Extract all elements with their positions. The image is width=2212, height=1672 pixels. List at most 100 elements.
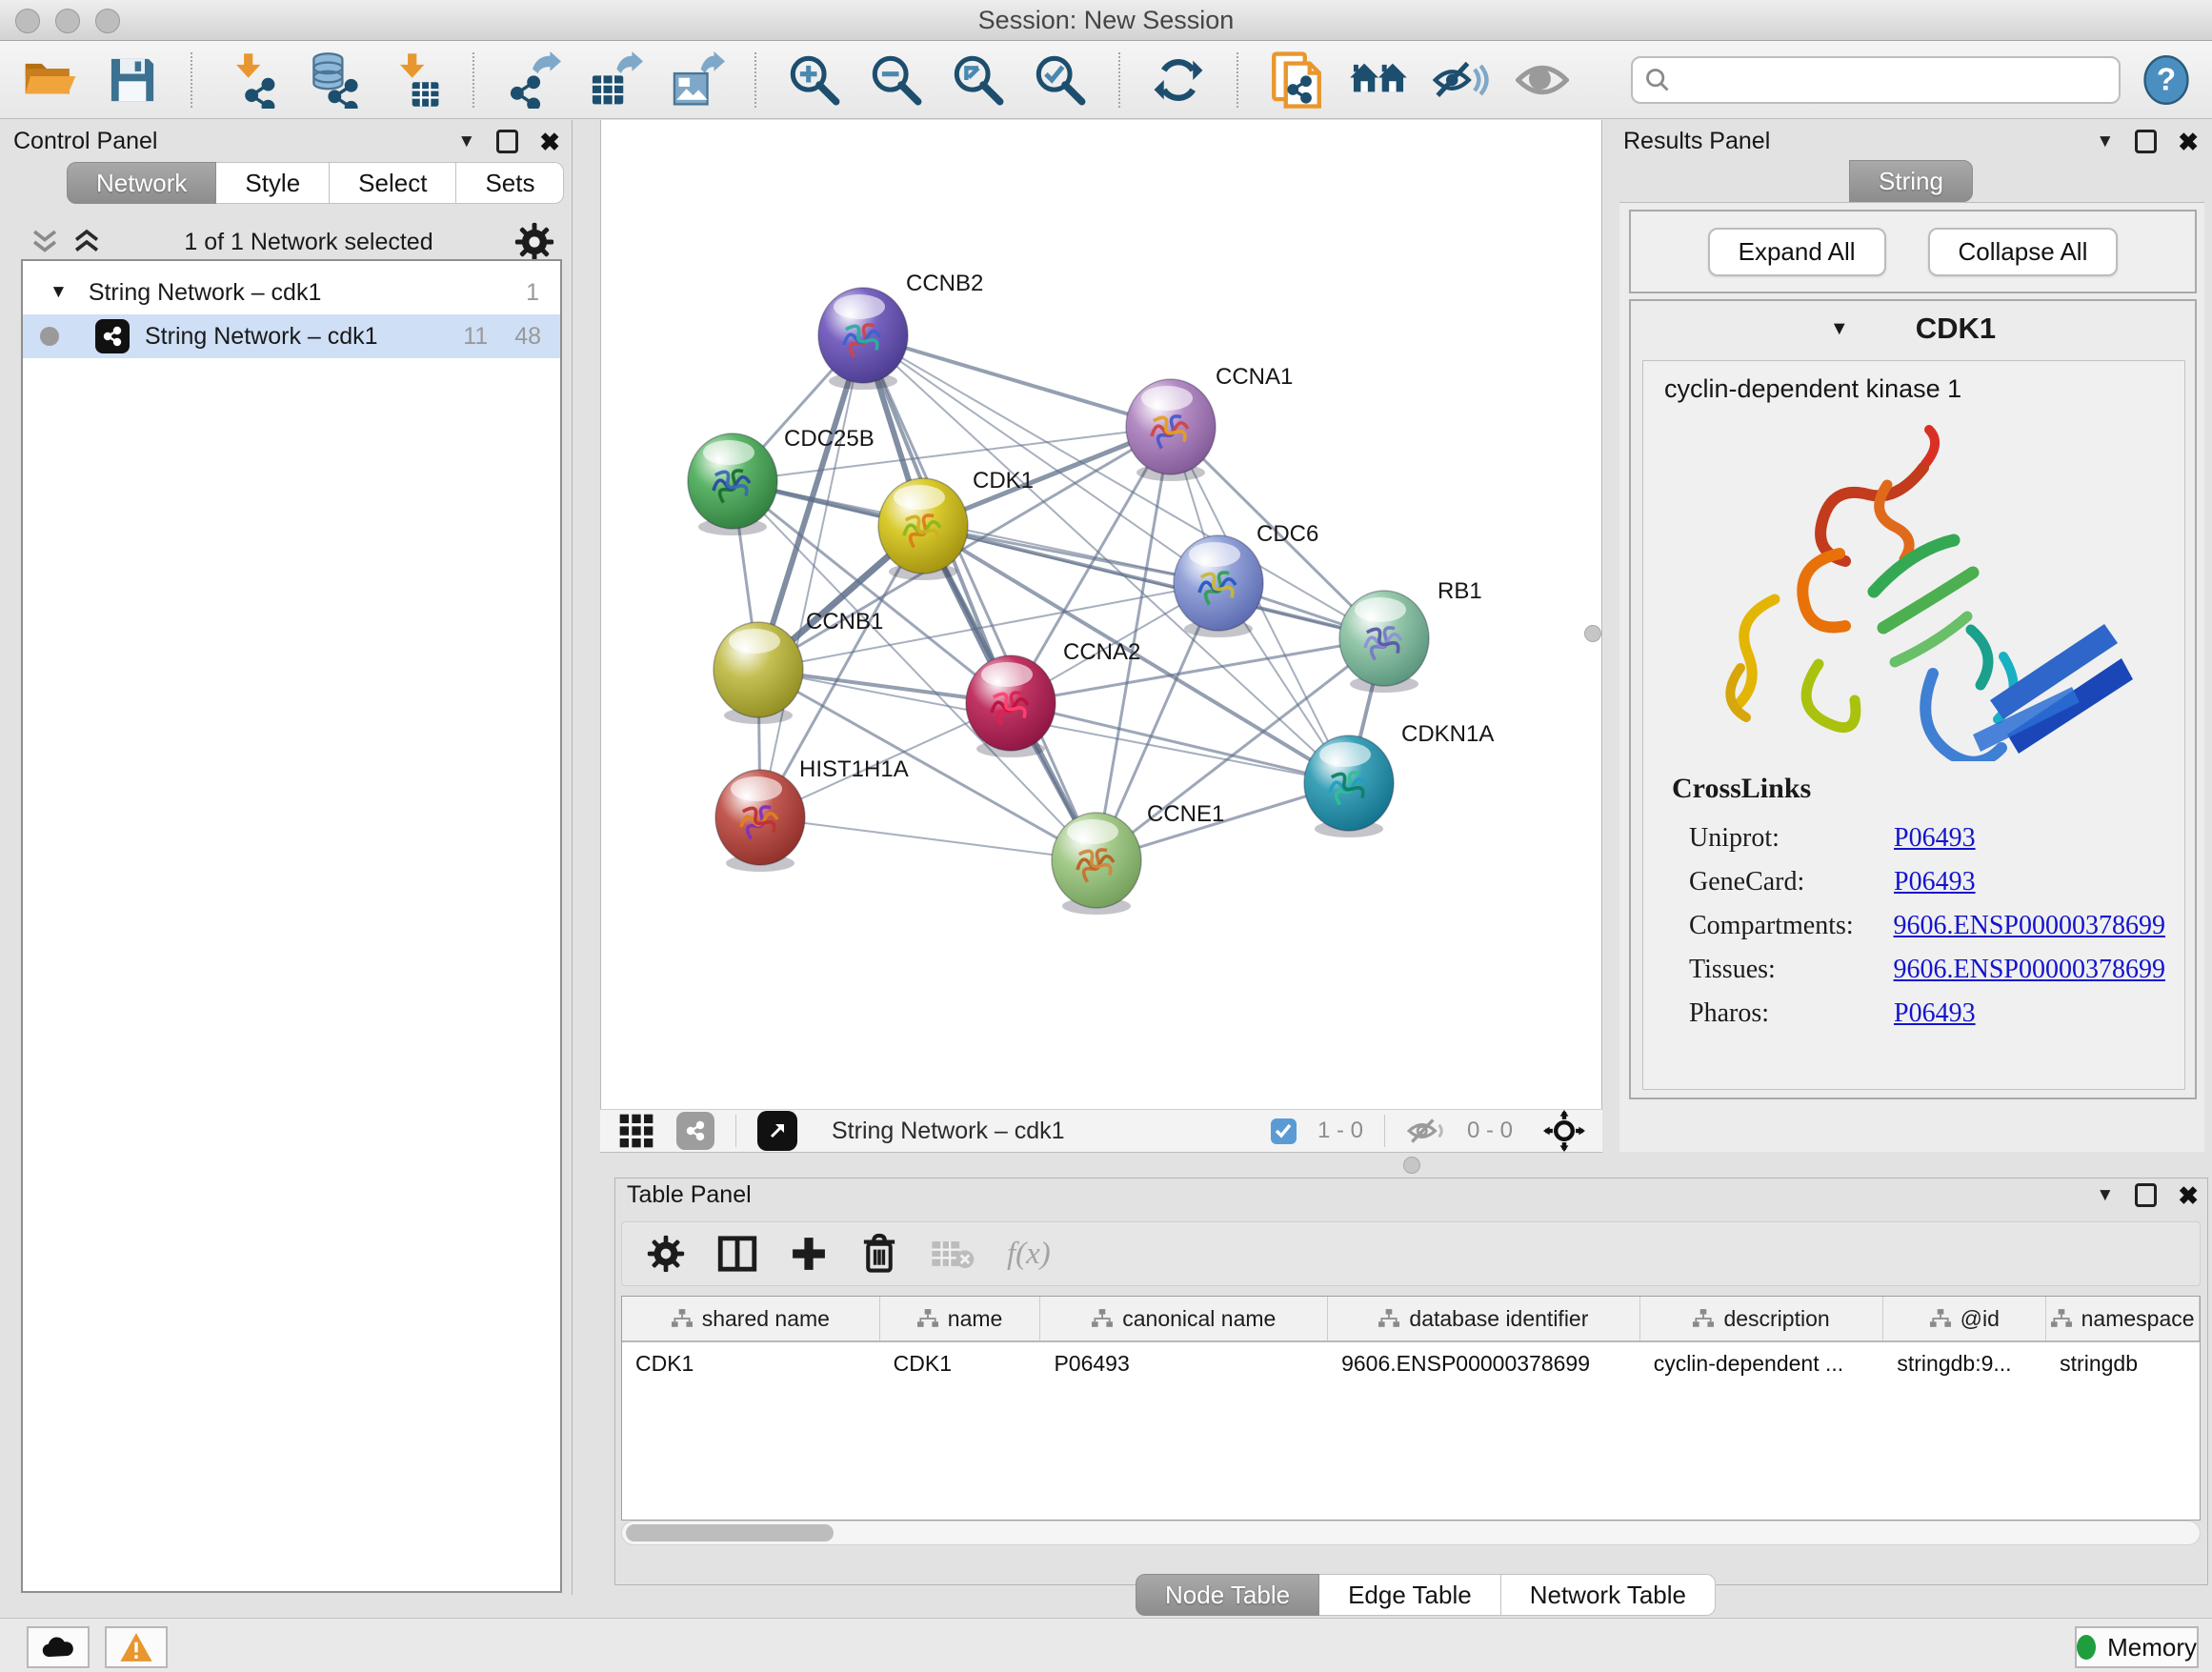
expand-all-button[interactable]: Expand All — [1708, 228, 1886, 276]
tab-string[interactable]: String — [1849, 160, 1973, 202]
crosslink-link[interactable]: P06493 — [1894, 823, 1976, 854]
splitter-handle[interactable] — [1403, 1157, 1420, 1174]
network-node-ccnb1[interactable]: CCNB1 — [714, 609, 883, 724]
detach-view-icon[interactable] — [757, 1111, 797, 1151]
network-node-cdc6[interactable]: CDC6 — [1174, 521, 1318, 637]
crosslink-link[interactable]: P06493 — [1894, 867, 1976, 897]
scrollbar-thumb[interactable] — [626, 1524, 834, 1541]
panel-close-icon[interactable]: ✖ — [2178, 130, 2199, 154]
open-session-button[interactable] — [19, 49, 82, 111]
network-edge[interactable] — [1011, 703, 1349, 783]
network-birdseye-icon[interactable] — [676, 1112, 714, 1150]
control-panel-tabs: Network Style Select Sets — [67, 162, 564, 204]
zoom-out-button[interactable] — [865, 49, 928, 111]
tab-network[interactable]: Network — [67, 162, 216, 204]
table-row[interactable]: CDK1CDK1P064939606.ENSP00000378699cyclin… — [622, 1342, 2200, 1384]
panel-float-icon[interactable] — [2135, 1183, 2157, 1207]
first-neighbors-button[interactable] — [1347, 49, 1410, 111]
panel-menu-icon[interactable]: ▼ — [2096, 131, 2114, 152]
node-label: CCNB1 — [806, 609, 883, 635]
zoom-fit-button[interactable] — [947, 49, 1010, 111]
warning-status-button[interactable] — [105, 1626, 168, 1668]
collapse-all-icon[interactable] — [29, 228, 61, 256]
tab-node-table[interactable]: Node Table — [1136, 1574, 1319, 1616]
network-row[interactable]: String Network – cdk1 11 48 — [23, 314, 560, 358]
network-collection-row[interactable]: ▼ String Network – cdk1 1 — [23, 271, 560, 314]
network-canvas[interactable]: CCNB2CCNA1CDC25BCDK1CDC6RB1CCNB1CCNA2CDK… — [600, 120, 1602, 1109]
panel-float-icon[interactable] — [2135, 130, 2157, 153]
table-cell[interactable]: cyclin-dependent ... — [1640, 1342, 1884, 1384]
export-table-button[interactable] — [583, 49, 646, 111]
zoom-selected-button[interactable] — [1029, 49, 1092, 111]
column-header-sharedname[interactable]: shared name — [622, 1297, 880, 1340]
export-network-button[interactable] — [501, 49, 564, 111]
panel-menu-icon[interactable]: ▼ — [457, 131, 475, 152]
delete-column-trash-icon[interactable] — [860, 1233, 898, 1275]
panel-menu-icon[interactable]: ▼ — [2096, 1185, 2114, 1206]
node-label: CCNB2 — [906, 271, 983, 296]
save-session-button[interactable] — [101, 49, 164, 111]
refresh-button[interactable] — [1147, 49, 1210, 111]
table-cell[interactable]: 9606.ENSP00000378699 — [1328, 1342, 1640, 1384]
column-header-databaseidentifier[interactable]: database identifier — [1328, 1297, 1640, 1340]
network-edge[interactable] — [760, 817, 1096, 860]
gear-icon[interactable] — [514, 222, 554, 262]
selected-checkbox-icon[interactable] — [1271, 1118, 1297, 1144]
column-header-name[interactable]: name — [880, 1297, 1041, 1340]
add-column-icon[interactable] — [790, 1235, 828, 1273]
network-edge[interactable] — [760, 335, 863, 817]
show-columns-icon[interactable] — [717, 1234, 757, 1274]
table-settings-gear-icon[interactable] — [647, 1235, 685, 1273]
tab-select[interactable]: Select — [330, 162, 456, 204]
tab-style[interactable]: Style — [216, 162, 330, 204]
eye-icon — [1516, 58, 1569, 102]
results-panel-title: Results Panel — [1623, 128, 1770, 155]
network-node-hist1h1a[interactable]: HIST1H1A — [715, 756, 909, 872]
crosslink-link[interactable]: 9606.ENSP00000378699 — [1894, 911, 2165, 941]
network-node-ccne1[interactable]: CCNE1 — [1052, 801, 1224, 915]
table-cell[interactable]: stringdb — [2046, 1342, 2200, 1384]
clone-network-button[interactable] — [1265, 49, 1328, 111]
search-input[interactable] — [1679, 66, 2107, 94]
tree-expander-icon[interactable]: ▼ — [50, 282, 68, 303]
table-cell[interactable]: stringdb:9... — [1883, 1342, 2046, 1384]
column-header-description[interactable]: description — [1640, 1297, 1884, 1340]
table-cell[interactable]: CDK1 — [622, 1342, 880, 1384]
splitter-handle[interactable] — [1584, 625, 1601, 642]
entry-expander-icon[interactable]: ▼ — [1830, 318, 1849, 340]
import-table-button[interactable] — [383, 49, 446, 111]
column-header-id[interactable]: @id — [1883, 1297, 2046, 1340]
network-node-rb1[interactable]: RB1 — [1339, 578, 1482, 693]
import-database-button[interactable] — [301, 49, 364, 111]
fit-selected-crosshair-icon[interactable] — [1543, 1110, 1585, 1152]
expand-all-icon[interactable] — [70, 228, 103, 256]
help-button[interactable]: ? — [2140, 49, 2193, 111]
toolbar-separator — [754, 52, 756, 108]
column-header-canonicalname[interactable]: canonical name — [1040, 1297, 1328, 1340]
table-cell[interactable]: CDK1 — [880, 1342, 1041, 1384]
table-horizontal-scrollbar[interactable] — [621, 1521, 2201, 1545]
panel-close-icon[interactable]: ✖ — [539, 130, 560, 154]
tab-network-table[interactable]: Network Table — [1501, 1574, 1716, 1616]
copy-document-icon — [1269, 51, 1324, 109]
hide-selected-button[interactable] — [1429, 49, 1492, 111]
column-header-namespace[interactable]: namespace — [2046, 1297, 2200, 1340]
cloud-status-button[interactable] — [27, 1626, 90, 1668]
zoom-in-button[interactable] — [783, 49, 846, 111]
panel-float-icon[interactable] — [496, 130, 518, 153]
export-image-button[interactable] — [665, 49, 728, 111]
network-node-cdkn1a[interactable]: CDKN1A — [1304, 721, 1494, 837]
network-edge[interactable] — [863, 335, 1171, 427]
tab-sets[interactable]: Sets — [456, 162, 564, 204]
grid-view-icon[interactable] — [617, 1112, 655, 1150]
show-all-button[interactable] — [1511, 49, 1574, 111]
network-node-ccnb2[interactable]: CCNB2 — [818, 271, 983, 390]
tab-edge-table[interactable]: Edge Table — [1319, 1574, 1501, 1616]
collapse-all-button[interactable]: Collapse All — [1928, 228, 2119, 276]
memory-button[interactable]: Memory — [2075, 1626, 2199, 1668]
crosslink-link[interactable]: 9606.ENSP00000378699 — [1894, 955, 2165, 985]
import-network-button[interactable] — [219, 49, 282, 111]
crosslink-link[interactable]: P06493 — [1894, 998, 1976, 1029]
panel-close-icon[interactable]: ✖ — [2178, 1183, 2199, 1208]
table-cell[interactable]: P06493 — [1040, 1342, 1328, 1384]
